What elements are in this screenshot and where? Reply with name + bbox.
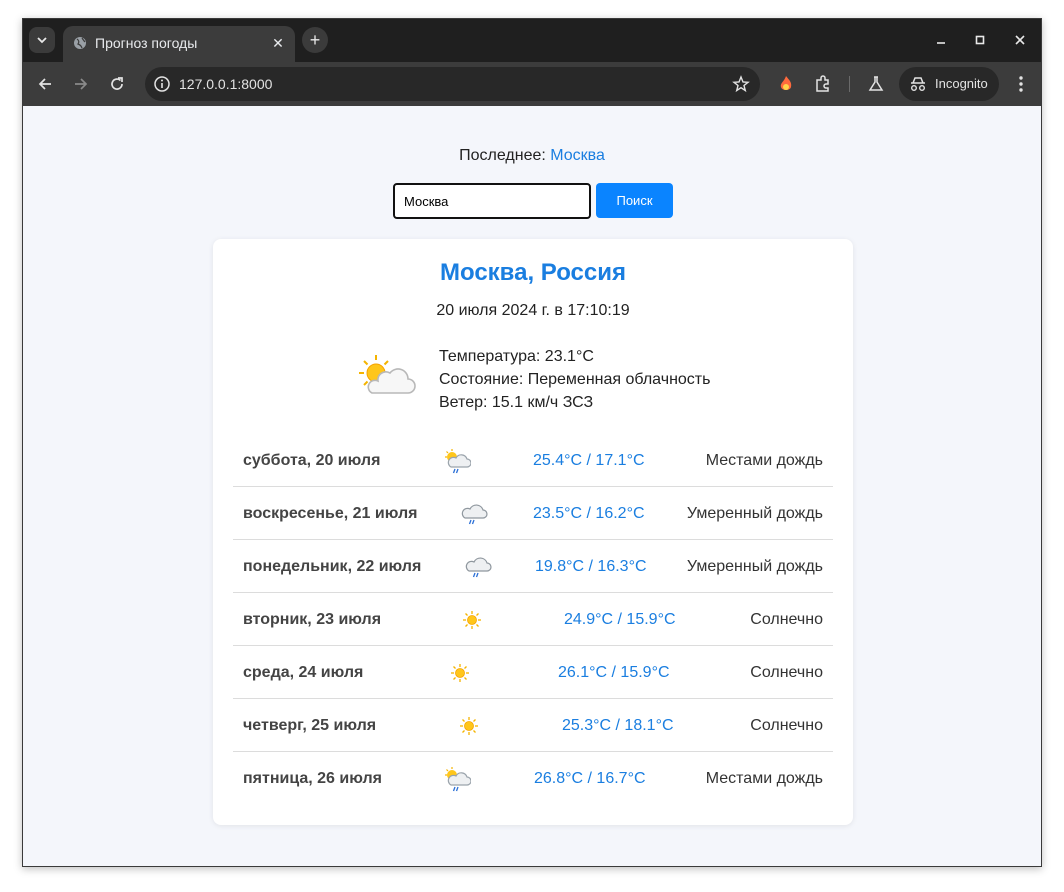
cloud-rain-icon bbox=[465, 557, 492, 578]
forecast-row: суббота, 20 июля 25.4°C / 17.1°C Местами… bbox=[233, 434, 833, 487]
forecast-day: пятница, 26 июля bbox=[243, 770, 382, 787]
forecast-temps: 19.8°C / 16.3°C bbox=[535, 558, 647, 575]
reload-button[interactable] bbox=[105, 72, 129, 96]
forecast-condition: Местами дождь bbox=[705, 770, 823, 787]
forecast-day: воскресенье, 21 июля bbox=[243, 505, 418, 522]
close-window-button[interactable] bbox=[1008, 29, 1032, 51]
partly-cloudy-icon bbox=[359, 355, 416, 394]
maximize-icon bbox=[975, 35, 985, 45]
forecast-condition: Солнечно bbox=[750, 611, 823, 628]
tab-search-button[interactable] bbox=[29, 27, 55, 53]
more-menu-icon[interactable] bbox=[1013, 74, 1029, 94]
minimize-icon bbox=[937, 42, 945, 44]
current-datetime: 20 июля 2024 г. в 17:10:19 bbox=[436, 302, 630, 319]
browser-window: Прогноз погоды ✕ + 127.0.0.1:8000 Incogn… bbox=[22, 18, 1042, 867]
forecast-row: воскресенье, 21 июля 23.5°C / 16.2°C Уме… bbox=[233, 487, 833, 540]
forecast-list: суббота, 20 июля 25.4°C / 17.1°C Местами… bbox=[233, 434, 833, 804]
forecast-temps: 24.9°C / 15.9°C bbox=[564, 611, 676, 628]
forecast-temps: 25.3°C / 18.1°C bbox=[562, 717, 674, 734]
forecast-condition: Умеренный дождь bbox=[686, 505, 823, 522]
tab-title: Прогноз погоды bbox=[95, 35, 198, 51]
forecast-condition: Местами дождь bbox=[705, 452, 823, 469]
forecast-row: четверг, 25 июля 25.3°C / 18.1°C Солнечн… bbox=[233, 699, 833, 752]
search-button[interactable]: Поиск bbox=[596, 183, 673, 218]
forecast-row: понедельник, 22 июля 19.8°C / 16.3°C Уме… bbox=[233, 540, 833, 593]
sun-cloud-rain-icon bbox=[445, 767, 471, 792]
url-text[interactable]: 127.0.0.1:8000 bbox=[179, 76, 272, 92]
close-icon bbox=[1015, 35, 1025, 45]
sun-icon bbox=[463, 611, 481, 629]
forecast-row: среда, 24 июля 26.1°C / 15.9°C Солнечно bbox=[233, 646, 833, 699]
forecast-row: вторник, 23 июля 24.9°C / 15.9°C Солнечн… bbox=[233, 593, 833, 646]
info-icon[interactable] bbox=[153, 75, 171, 93]
recent-label: Последнее: bbox=[459, 147, 546, 164]
city-title: Москва, Россия bbox=[439, 259, 627, 286]
address-bar[interactable]: 127.0.0.1:8000 bbox=[145, 67, 760, 101]
forecast-temps: 26.8°C / 16.7°C bbox=[534, 770, 646, 787]
toolbar-divider bbox=[849, 76, 850, 92]
arrow-left-icon bbox=[38, 78, 51, 90]
incognito-label: Incognito bbox=[935, 76, 988, 91]
cloud-rain-icon bbox=[461, 504, 488, 525]
forecast-day: вторник, 23 июля bbox=[243, 611, 382, 628]
forecast-condition: Солнечно bbox=[750, 717, 823, 734]
minimize-button[interactable] bbox=[929, 29, 953, 51]
incognito-badge[interactable]: Incognito bbox=[899, 67, 999, 101]
close-icon[interactable]: ✕ bbox=[269, 34, 287, 52]
sun-cloud-rain-icon bbox=[445, 449, 471, 474]
globe-icon bbox=[74, 37, 86, 49]
back-button[interactable] bbox=[33, 72, 57, 96]
current-info: Температура: 23.1°C Состояние: Переменна… bbox=[439, 345, 710, 414]
forecast-condition: Солнечно bbox=[750, 664, 823, 681]
tab-strip: Прогноз погоды ✕ + bbox=[23, 19, 1041, 62]
reload-icon bbox=[111, 77, 123, 90]
puzzle-icon[interactable] bbox=[813, 74, 833, 94]
extension-flame-icon[interactable] bbox=[776, 74, 796, 94]
sun-icon bbox=[451, 664, 469, 682]
forecast-temps: 25.4°C / 17.1°C bbox=[533, 452, 645, 469]
recent-search: Последнее: Москва bbox=[23, 147, 1041, 165]
city-search-input[interactable] bbox=[393, 183, 591, 219]
tab-active[interactable]: Прогноз погоды ✕ bbox=[63, 26, 295, 62]
incognito-icon bbox=[911, 77, 925, 91]
forecast-row: пятница, 26 июля 26.8°C / 16.7°C Местами… bbox=[233, 752, 833, 804]
forecast-temps: 26.1°C / 15.9°C bbox=[558, 664, 670, 681]
arrow-right-icon bbox=[75, 78, 88, 90]
forecast-day: понедельник, 22 июля bbox=[243, 558, 422, 575]
forecast-day: четверг, 25 июля bbox=[243, 717, 377, 734]
forward-button[interactable] bbox=[69, 72, 93, 96]
forecast-day: суббота, 20 июля bbox=[243, 452, 381, 469]
forecast-condition: Умеренный дождь bbox=[686, 558, 823, 575]
page-content: Последнее: Москва Поиск Москва, Россия 2… bbox=[23, 106, 1041, 866]
flask-icon[interactable] bbox=[866, 74, 886, 94]
chevron-down-icon bbox=[37, 37, 47, 44]
sun-icon bbox=[460, 717, 478, 735]
forecast-day: среда, 24 июля bbox=[243, 664, 364, 681]
star-icon[interactable] bbox=[732, 75, 750, 93]
current-temperature: Температура: 23.1°C bbox=[439, 348, 594, 365]
current-condition: Состояние: Переменная облачность bbox=[439, 371, 711, 388]
recent-city-link[interactable]: Москва bbox=[550, 147, 605, 164]
weather-card: Москва, Россия 20 июля 2024 г. в 17:10:1… bbox=[213, 239, 853, 825]
forecast-temps: 23.5°C / 16.2°C bbox=[533, 505, 645, 522]
current-wind: Ветер: 15.1 км/ч ЗСЗ bbox=[439, 394, 594, 411]
browser-toolbar: 127.0.0.1:8000 Incognito bbox=[23, 62, 1041, 106]
maximize-button[interactable] bbox=[968, 29, 992, 51]
new-tab-button[interactable]: + bbox=[302, 27, 328, 53]
